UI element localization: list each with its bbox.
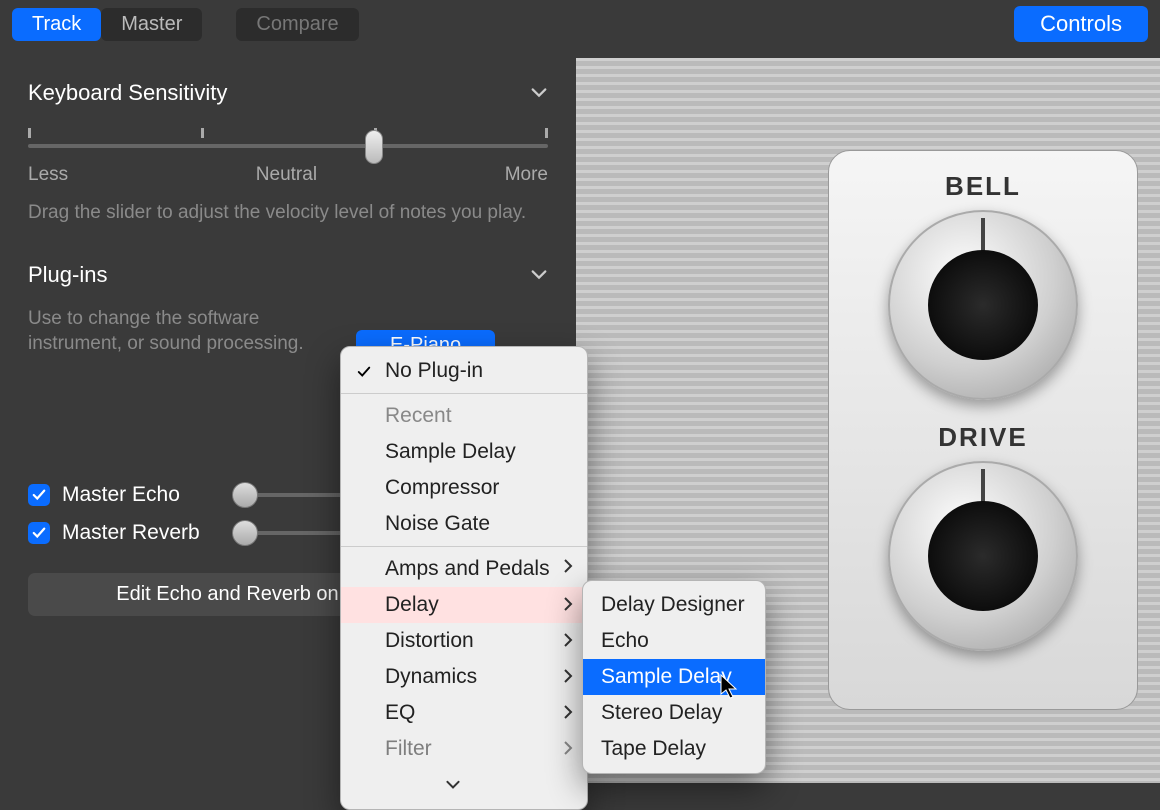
chevron-down-icon[interactable] [530,84,548,102]
chevron-right-icon [563,555,573,579]
sensitivity-hint: Drag the slider to adjust the velocity l… [28,200,548,226]
menu-eq[interactable]: EQ [341,695,587,731]
slider-label-less: Less [28,164,68,186]
menu-recent-compressor[interactable]: Compressor [341,470,587,506]
menu-group-recent: Recent [341,393,587,434]
submenu-delay-designer[interactable]: Delay Designer [583,587,765,623]
menu-distortion[interactable]: Distortion [341,623,587,659]
check-icon [357,361,371,385]
menu-scroll-down[interactable] [341,767,587,803]
section-keyboard-sensitivity: Keyboard Sensitivity [28,80,227,106]
plugins-desc: Use to change the software instrument, o… [28,306,338,357]
label-master-echo: Master Echo [62,483,212,507]
topbar: Track Master Compare Controls [0,0,1160,48]
plugin-menu: No Plug-in Recent Sample Delay Compresso… [340,346,588,810]
menu-delay[interactable]: Delay [341,587,587,623]
slider-label-neutral: Neutral [256,164,317,186]
checkbox-master-echo[interactable] [28,484,50,506]
cursor-icon [720,674,740,705]
knob-bell[interactable] [888,210,1078,400]
chevron-right-icon [563,665,573,689]
chevron-right-icon [563,737,573,761]
checkbox-master-reverb[interactable] [28,522,50,544]
knob-label-bell: BELL [945,171,1021,202]
controls-button[interactable]: Controls [1014,6,1148,42]
chevron-right-icon [563,629,573,653]
submenu-tape-delay[interactable]: Tape Delay [583,731,765,767]
submenu-echo[interactable]: Echo [583,623,765,659]
section-plugins: Plug-ins [28,262,107,288]
compare-button[interactable]: Compare [236,8,358,41]
slider-label-more: More [505,164,548,186]
menu-no-plugin[interactable]: No Plug-in [341,353,587,389]
menu-recent-noise-gate[interactable]: Noise Gate [341,506,587,542]
menu-recent-sample-delay[interactable]: Sample Delay [341,434,587,470]
sensitivity-slider[interactable]: Less Neutral More [28,128,548,186]
slider-thumb[interactable] [365,130,383,164]
chevron-right-icon [563,701,573,725]
tab-track[interactable]: Track [12,8,101,41]
knob-panel: BELL DRIVE [828,150,1138,710]
knob-drive[interactable] [888,461,1078,651]
menu-amps-pedals[interactable]: Amps and Pedals [341,546,587,587]
chevron-right-icon [563,593,573,617]
track-master-segment: Track Master [12,8,202,41]
label-master-reverb: Master Reverb [62,521,212,545]
menu-filter[interactable]: Filter [341,731,587,767]
tab-master[interactable]: Master [101,8,202,41]
chevron-down-icon[interactable] [530,266,548,284]
knob-label-drive: DRIVE [938,422,1027,453]
menu-dynamics[interactable]: Dynamics [341,659,587,695]
